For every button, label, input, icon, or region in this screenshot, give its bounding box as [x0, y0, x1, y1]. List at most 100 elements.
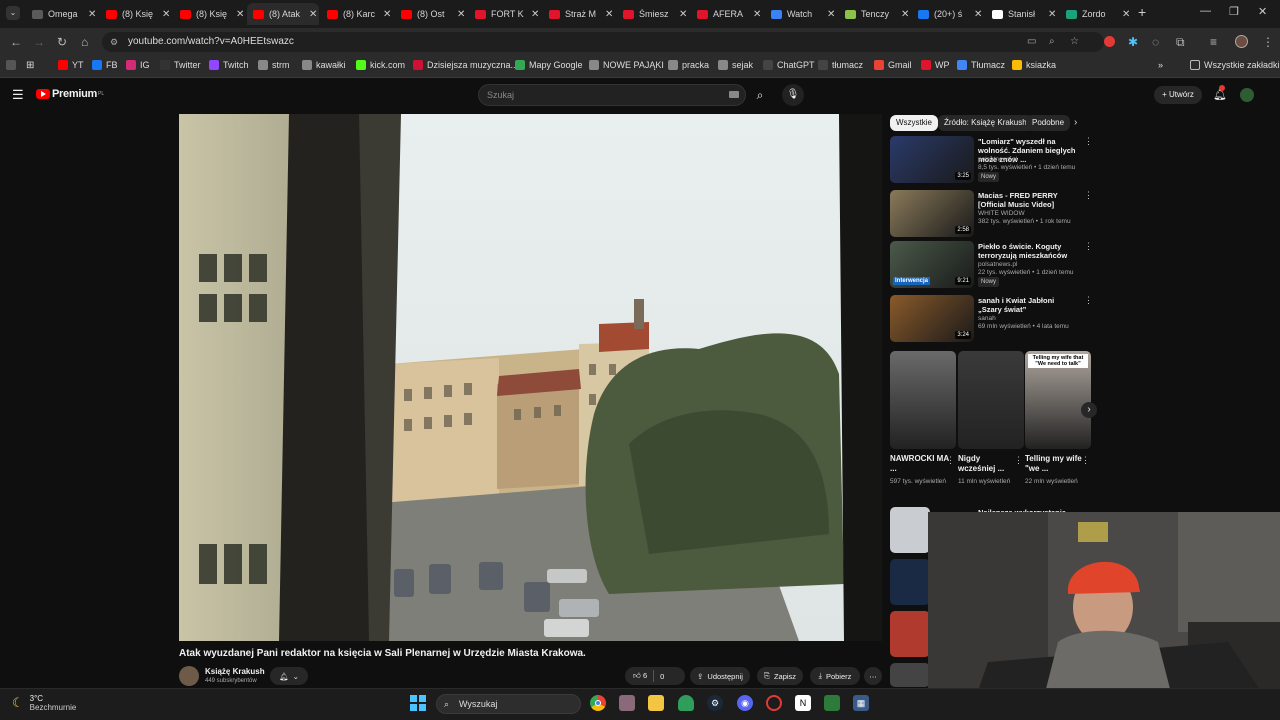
app-icon[interactable] — [619, 695, 635, 711]
apps-grid-icon[interactable]: ⊞ — [26, 60, 34, 71]
account-avatar[interactable] — [1240, 88, 1254, 102]
file-explorer-icon[interactable] — [648, 695, 664, 711]
site-info-icon[interactable]: ⚙ — [110, 32, 118, 52]
rec-title[interactable]: Macias - FRED PERRY [Official Music Vide… — [978, 191, 1080, 209]
keyboard-icon[interactable] — [729, 91, 739, 98]
opera-icon[interactable] — [766, 695, 782, 711]
close-tab-icon[interactable]: ✕ — [383, 9, 391, 20]
close-tab-icon[interactable]: ✕ — [901, 9, 909, 20]
bookmark-6[interactable]: strm — [258, 60, 290, 70]
close-tab-icon[interactable]: ✕ — [457, 9, 465, 20]
dislike-button[interactable]: 0 — [660, 672, 664, 681]
chips-next-icon[interactable]: › — [1074, 117, 1077, 128]
rec-thumbnail[interactable]: 2:58 — [890, 190, 974, 237]
back-icon[interactable]: ← — [10, 35, 22, 49]
bookmark-3[interactable]: IG — [126, 60, 150, 70]
bookmark-15[interactable]: tłumacz — [818, 60, 863, 70]
steam-icon[interactable]: ⚙ — [707, 695, 723, 711]
reload-icon[interactable]: ↻ — [57, 35, 67, 49]
rec-channel[interactable]: sanah — [978, 315, 1088, 323]
close-tab-icon[interactable]: ✕ — [974, 9, 982, 20]
notifications-icon[interactable]: 🔔︎ — [1213, 85, 1227, 101]
rec-menu-icon[interactable]: ⋮ — [1084, 295, 1093, 306]
tab-1[interactable]: Omega ✕ — [26, 3, 98, 25]
rec-title[interactable]: Piekło o świcie. Koguty terroryzują mies… — [978, 242, 1080, 260]
shield-icon[interactable] — [678, 695, 694, 711]
new-tab-icon[interactable]: + — [1138, 4, 1146, 20]
rec-thumbnail[interactable]: 3:25 — [890, 136, 974, 183]
short-thumbnail[interactable] — [890, 351, 956, 449]
tab-11[interactable]: Watch ✕ — [765, 3, 837, 25]
media-icon[interactable]: ≡ — [1210, 35, 1217, 49]
notion-icon[interactable]: N — [795, 695, 811, 711]
channel-name[interactable]: Książę Krakush — [205, 667, 265, 676]
chrome-icon[interactable] — [590, 695, 606, 711]
extension-icon[interactable]: ✱ — [1128, 35, 1138, 49]
bookmark-star-icon[interactable]: ☆ — [1070, 32, 1079, 52]
partial-thumbnail[interactable] — [890, 507, 930, 553]
extension2-icon[interactable]: ◌ — [1152, 35, 1159, 49]
url-bar[interactable]: ⚙ youtube.com/watch?v=A0HEEtswazc ▭ ⌕ ☆ — [102, 32, 1104, 52]
rec-menu-icon[interactable]: ⋮ — [1084, 241, 1093, 252]
browser-menu-icon[interactable]: ⋮ — [1262, 35, 1274, 49]
rec-thumbnail[interactable]: 9:21 Interwencja — [890, 241, 974, 288]
tab-14[interactable]: Stanisł ✕ — [986, 3, 1058, 25]
rec-thumbnail[interactable]: 3:24 — [890, 295, 974, 342]
bookmark-19[interactable]: ksiazka — [1012, 60, 1056, 70]
close-tab-icon[interactable]: ✕ — [1122, 9, 1130, 20]
bookmark-9[interactable]: Dzisiejsza muzyczna... — [413, 60, 518, 70]
rec-menu-icon[interactable]: ⋮ — [1084, 190, 1093, 201]
like-button[interactable]: 👍︎ 6 — [633, 671, 647, 681]
more-actions-button[interactable]: ⋯ — [864, 667, 882, 685]
profile-avatar[interactable] — [1235, 35, 1248, 48]
partial-thumbnail[interactable] — [890, 663, 930, 687]
app2-icon[interactable] — [824, 695, 840, 711]
start-button[interactable] — [410, 695, 426, 711]
close-tab-icon[interactable]: ✕ — [1048, 9, 1056, 20]
tab-13[interactable]: (20+) ś ✕ — [912, 3, 984, 25]
bookmark-4[interactable]: Twitter — [160, 60, 201, 70]
taskbar-search[interactable]: ⌕ Wyszukaj — [436, 694, 581, 714]
close-window-icon[interactable]: ✕ — [1258, 5, 1267, 18]
tab-9[interactable]: Śmiesz ✕ — [617, 3, 689, 25]
short-title[interactable]: NAWROCKI MA ... — [890, 454, 950, 474]
short-thumbnail[interactable] — [958, 351, 1024, 449]
more-bookmarks-icon[interactable]: » — [1158, 60, 1163, 70]
shorts-next-button[interactable]: › — [1081, 402, 1097, 418]
rec-channel[interactable]: polsatnews.pl — [978, 156, 1088, 164]
short-title[interactable]: Nigdy wcześniej ... — [958, 454, 1018, 474]
chip-2[interactable]: Źródło: Książę Krakush — [938, 115, 1033, 131]
forward-icon[interactable]: → — [33, 35, 45, 49]
guide-menu-icon[interactable]: ☰ — [12, 87, 24, 103]
bookmark-12[interactable]: pracka — [668, 60, 709, 70]
tab-7[interactable]: FORT K ✕ — [469, 3, 541, 25]
tab-list-button[interactable]: ⌄ — [6, 6, 20, 20]
search-button[interactable]: ⌕ — [746, 84, 774, 106]
youtube-logo[interactable]: Premium PL — [36, 88, 104, 100]
close-tab-icon[interactable]: ✕ — [531, 9, 539, 20]
bookmark-7[interactable]: kawałki — [302, 60, 346, 70]
bookmark-2[interactable]: FB — [92, 60, 118, 70]
rec-channel[interactable]: polsatnews.pl — [978, 261, 1088, 269]
create-button[interactable]: + Utwórz — [1154, 86, 1202, 104]
bookmark-17[interactable]: WP — [921, 60, 950, 70]
bookmark-13[interactable]: sejak — [718, 60, 753, 70]
cast-icon[interactable]: ▭ — [1027, 32, 1036, 52]
short-menu-icon[interactable]: ⋮ — [1014, 455, 1023, 466]
tab-4[interactable]: (8) Atak ✕ — [247, 3, 319, 25]
close-tab-icon[interactable]: ✕ — [162, 9, 170, 20]
close-tab-icon[interactable]: ✕ — [679, 9, 687, 20]
partial-thumbnail[interactable] — [890, 559, 930, 605]
close-tab-icon[interactable]: ✕ — [605, 9, 613, 20]
bookmark-10[interactable]: Mapy Google — [515, 60, 583, 70]
tab-6[interactable]: (8) Ost ✕ — [395, 3, 467, 25]
chip-3[interactable]: Podobne — [1026, 115, 1071, 131]
short-menu-icon[interactable]: ⋮ — [946, 455, 955, 466]
tab-5[interactable]: (8) Karc ✕ — [321, 3, 393, 25]
bookmark-1[interactable]: YT — [58, 60, 84, 70]
close-tab-icon[interactable]: ✕ — [309, 9, 317, 20]
record-extension-icon[interactable] — [1104, 36, 1115, 47]
short-title[interactable]: Telling my wife "we ... — [1025, 454, 1085, 474]
maximize-icon[interactable]: ❐ — [1229, 5, 1239, 18]
close-tab-icon[interactable]: ✕ — [88, 9, 96, 20]
